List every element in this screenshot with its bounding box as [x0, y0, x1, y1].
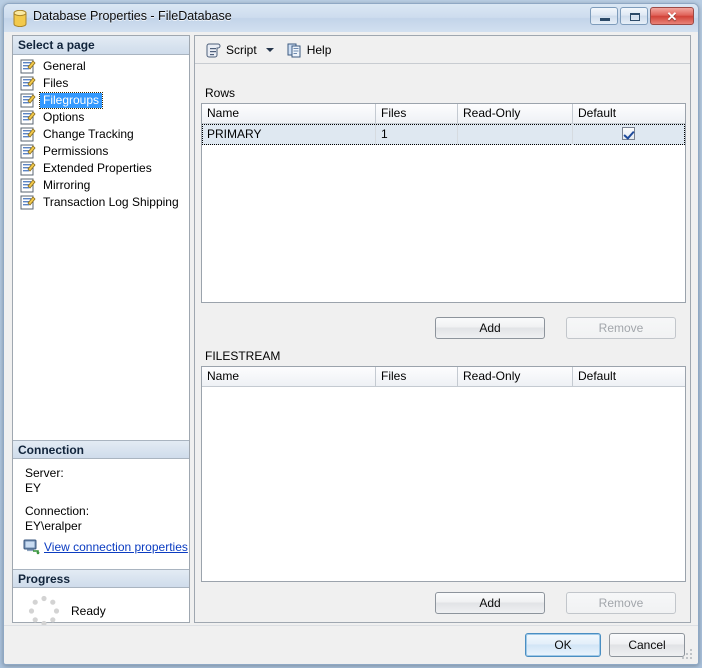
progress-status: Ready	[71, 604, 106, 618]
page-document-icon	[20, 144, 36, 159]
filestream-remove-button: Remove	[566, 592, 676, 614]
rows-section-label: Rows	[205, 86, 236, 100]
page-document-icon	[20, 93, 36, 108]
progress-row: Ready	[27, 594, 106, 628]
maximize-icon	[630, 13, 640, 21]
connection-header: Connection	[13, 440, 189, 459]
page-document-icon	[20, 127, 36, 142]
filestream-section-label: FILESTREAM	[205, 349, 281, 363]
sidebar-item-extended-properties[interactable]: Extended Properties	[20, 160, 189, 177]
filestream-add-button[interactable]: Add	[435, 592, 545, 614]
script-button[interactable]: Script	[202, 39, 261, 61]
sidebar-item-label: Files	[43, 76, 69, 90]
close-icon: ✕	[666, 9, 678, 24]
script-scroll-icon	[206, 43, 221, 57]
database-cylinder-icon	[13, 10, 27, 27]
script-label: Script	[226, 42, 257, 57]
rows-grid-header: Name Files Read-Only Default	[202, 104, 685, 124]
sidebar-item-permissions[interactable]: Permissions	[20, 143, 189, 160]
column-header-default[interactable]: Default	[573, 104, 685, 123]
sidebar-item-label: Transaction Log Shipping	[43, 195, 179, 209]
server-label: Server:	[25, 466, 64, 480]
sidebar-item-options[interactable]: Options	[20, 109, 189, 126]
connection-details: Server: EY Connection: EY\eralper	[25, 466, 89, 533]
sidebar-item-label: Permissions	[43, 144, 109, 158]
sidebar-item-mirroring[interactable]: Mirroring	[20, 177, 189, 194]
toolbar: Script Help	[195, 36, 690, 64]
column-header-read-only[interactable]: Read-Only	[458, 104, 573, 123]
right-panel: Script Help Rows Name Files Read-Only De…	[194, 35, 691, 623]
window-controls: ✕	[590, 7, 694, 25]
sidebar-item-files[interactable]: Files	[20, 75, 189, 92]
cell-name[interactable]: PRIMARY	[202, 124, 376, 145]
connection-label: Connection:	[25, 504, 90, 518]
maximize-button[interactable]	[620, 7, 648, 25]
connection-value: EY\eralper	[25, 518, 82, 533]
server-value: EY	[25, 480, 42, 495]
filestream-grid[interactable]: Name Files Read-Only Default	[201, 366, 686, 582]
column-header-files[interactable]: Files	[376, 367, 458, 386]
sidebar-item-label: General	[43, 59, 86, 73]
page-document-icon	[20, 195, 36, 210]
chevron-down-icon[interactable]	[265, 47, 274, 52]
view-connection-properties-row[interactable]: View connection properties	[23, 539, 188, 555]
view-connection-properties-link[interactable]: View connection properties	[44, 540, 188, 554]
resize-grip-icon[interactable]	[682, 649, 694, 661]
ok-button[interactable]: OK	[525, 633, 601, 657]
minimize-button[interactable]	[590, 7, 618, 25]
column-header-read-only[interactable]: Read-Only	[458, 367, 573, 386]
cell-default[interactable]	[573, 124, 685, 145]
cell-read-only[interactable]	[458, 124, 573, 145]
sidebar-item-transaction-log-shipping[interactable]: Transaction Log Shipping	[20, 194, 189, 211]
database-properties-dialog: Database Properties - FileDatabase ✕ Sel…	[3, 3, 699, 665]
sidebar-item-filegroups[interactable]: Filegroups	[20, 92, 189, 109]
page-document-icon	[20, 76, 36, 91]
cancel-button[interactable]: Cancel	[609, 633, 685, 657]
sidebar-item-label: Options	[43, 110, 85, 124]
help-button[interactable]: Help	[283, 39, 336, 61]
progress-header: Progress	[13, 569, 189, 588]
sidebar-item-change-tracking[interactable]: Change Tracking	[20, 126, 189, 143]
page-document-icon	[20, 178, 36, 193]
cell-files[interactable]: 1	[376, 124, 458, 145]
rows-remove-button: Remove	[566, 317, 676, 339]
page-document-icon	[20, 161, 36, 176]
rows-add-button[interactable]: Add	[435, 317, 545, 339]
title-bar[interactable]: Database Properties - FileDatabase ✕	[4, 4, 698, 32]
dialog-footer: OK Cancel	[4, 625, 698, 664]
page-list: General Files Filegroups Options Change …	[13, 55, 189, 211]
rows-grid[interactable]: Name Files Read-Only Default PRIMARY 1	[201, 103, 686, 303]
sidebar-item-label: Extended Properties	[43, 161, 152, 175]
column-header-files[interactable]: Files	[376, 104, 458, 123]
sidebar-item-label: Filegroups	[38, 92, 104, 109]
computer-connection-icon	[23, 539, 40, 555]
minimize-icon	[600, 18, 610, 21]
column-header-default[interactable]: Default	[573, 367, 685, 386]
sidebar-item-label: Change Tracking	[43, 127, 134, 141]
page-document-icon	[20, 59, 36, 74]
left-panel: Select a page General Files Filegroups O…	[12, 35, 190, 627]
window-title: Database Properties - FileDatabase	[33, 9, 232, 23]
help-label: Help	[306, 42, 332, 57]
select-a-page-header: Select a page	[13, 36, 189, 55]
page-document-icon	[20, 110, 36, 125]
dialog-body: Select a page General Files Filegroups O…	[4, 32, 698, 628]
sidebar-item-label: Mirroring	[43, 178, 91, 192]
loading-spinner-icon	[28, 595, 60, 627]
column-header-name[interactable]: Name	[202, 367, 376, 386]
table-row[interactable]: PRIMARY 1	[202, 124, 685, 145]
close-button[interactable]: ✕	[650, 7, 694, 25]
column-header-name[interactable]: Name	[202, 104, 376, 123]
help-page-icon	[287, 43, 301, 57]
screenshot-root: Database Properties - FileDatabase ✕ Sel…	[0, 0, 702, 668]
filestream-grid-header: Name Files Read-Only Default	[202, 367, 685, 387]
default-checkbox[interactable]	[622, 127, 635, 140]
sidebar-item-general[interactable]: General	[20, 58, 189, 75]
